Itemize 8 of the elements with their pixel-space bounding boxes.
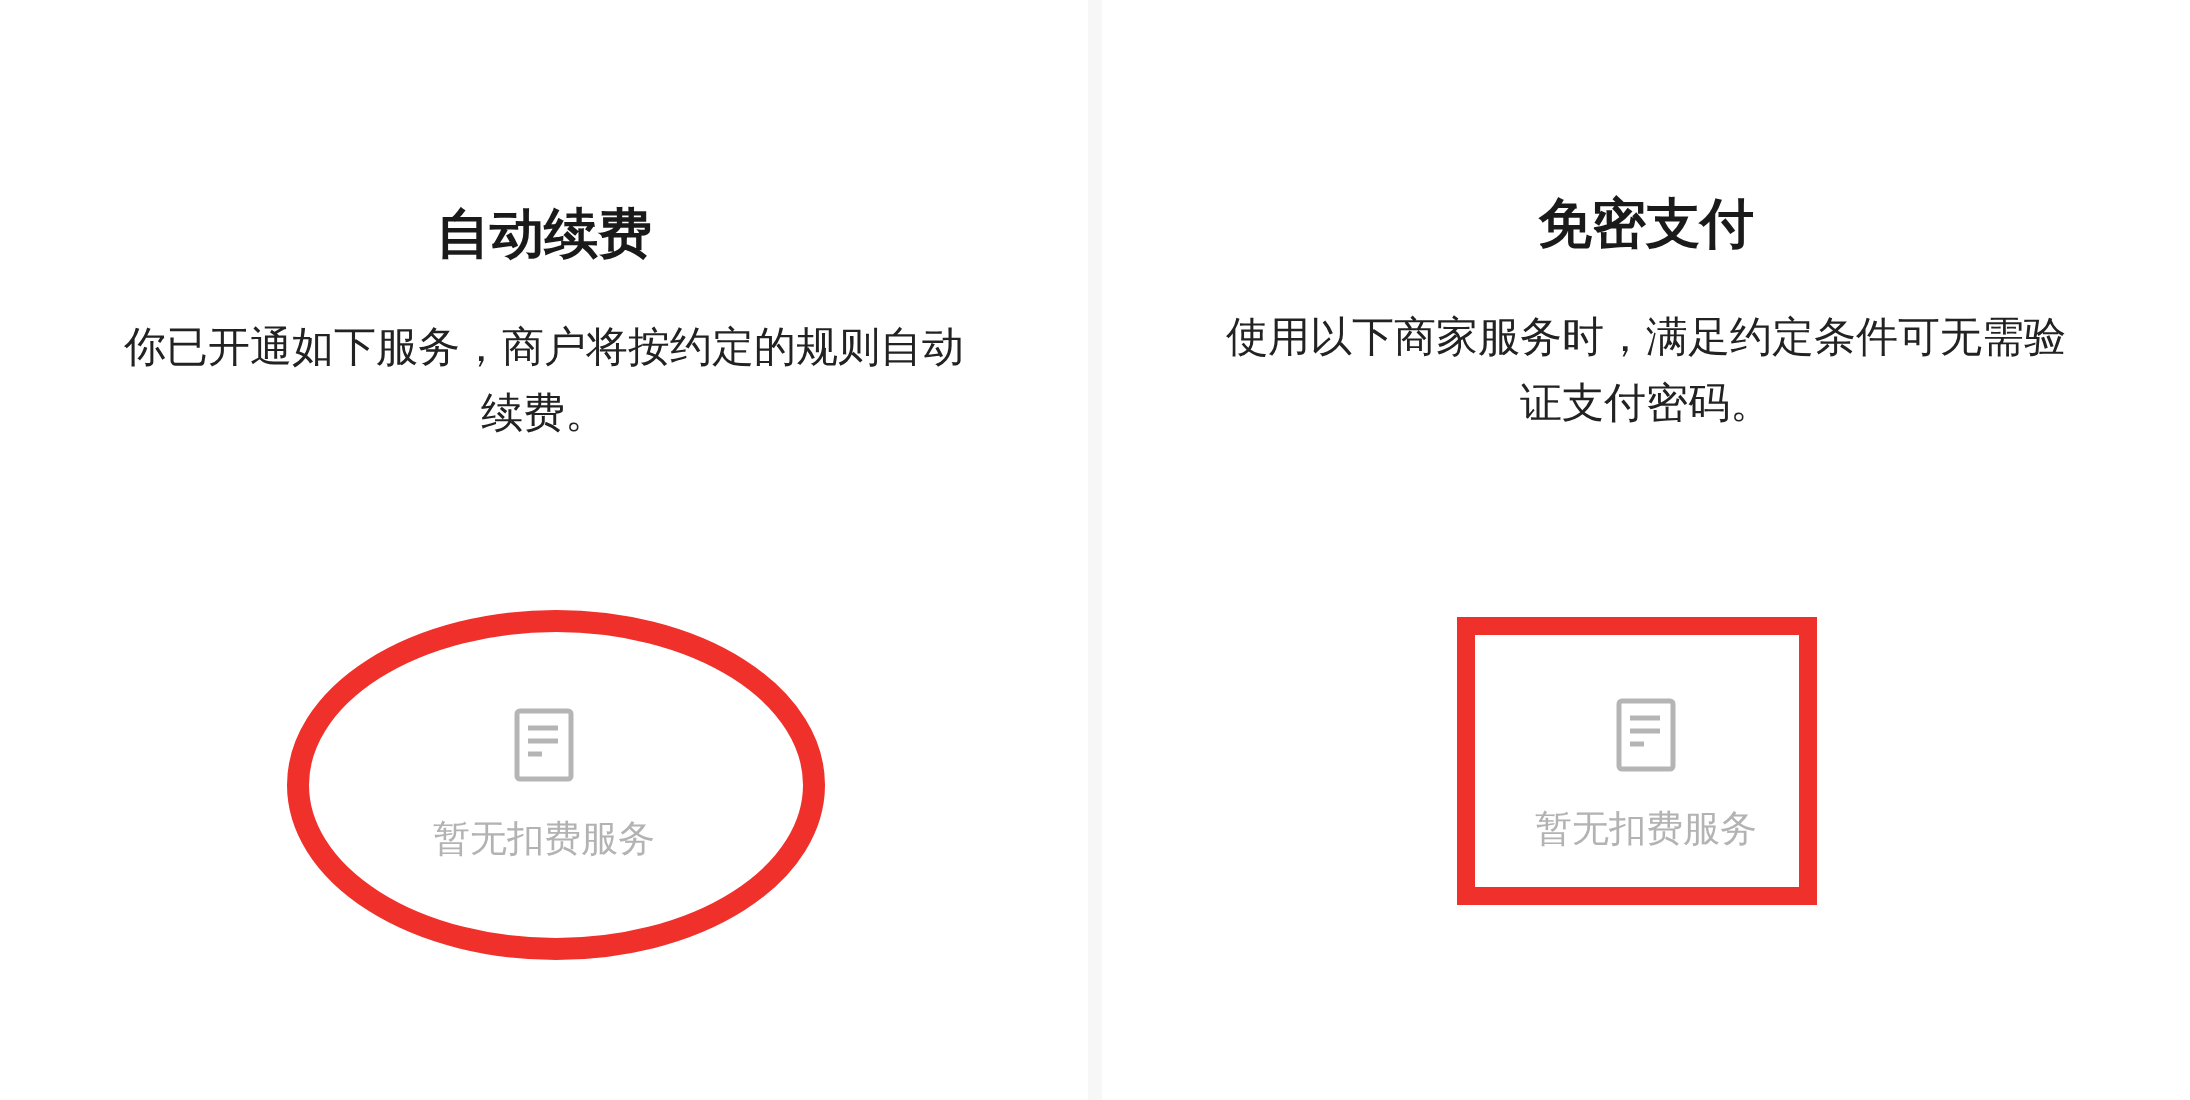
document-icon [1616, 698, 1676, 772]
description-text: 使用以下商家服务时，满足约定条件可无需验证支付密码。 [1225, 311, 2067, 429]
empty-state-text: 暂无扣费服务 [433, 816, 655, 862]
panel-title: 自动续费 [436, 201, 652, 267]
document-icon [514, 708, 574, 782]
panel-title: 免密支付 [1538, 191, 1754, 257]
empty-state-text: 暂无扣费服务 [1535, 806, 1757, 852]
description-text: 你已开通如下服务，商户将按约定的规则自动续费。 [123, 321, 965, 439]
